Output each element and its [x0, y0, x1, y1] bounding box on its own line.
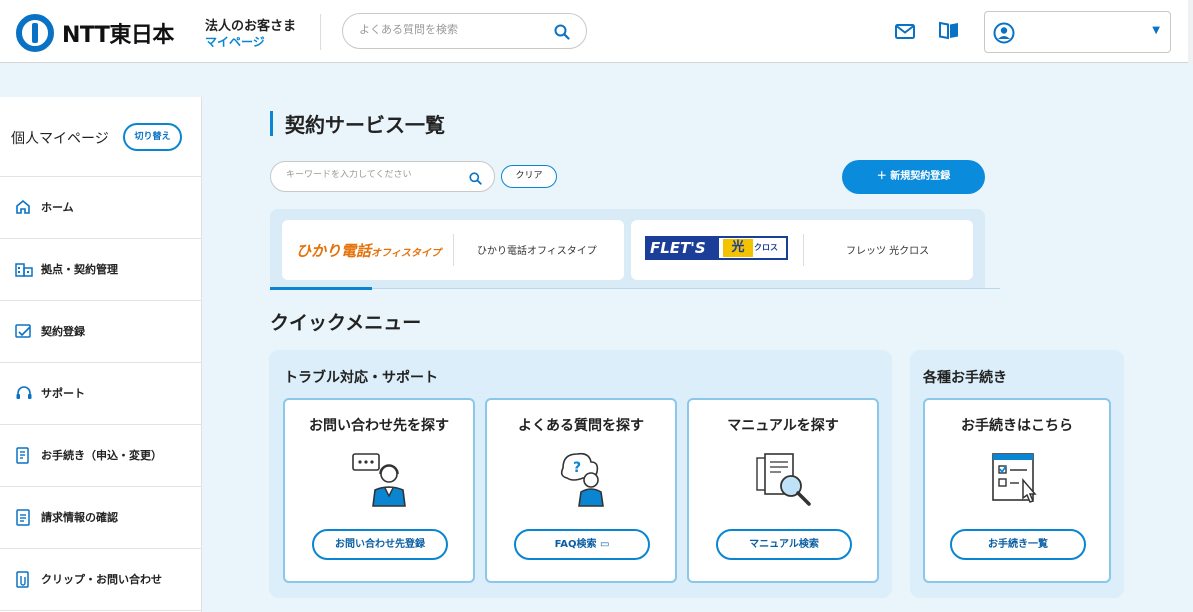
invoice-icon: [15, 509, 31, 531]
header-subtitle: 法人のお客さま: [205, 19, 297, 34]
panel-title: 各種お手続き: [923, 370, 1007, 386]
manual-book-icon[interactable]: [939, 21, 959, 44]
card-find-contact[interactable]: お問い合わせ先を探す お問い合わせ先登録: [283, 398, 475, 583]
chevron-down-icon[interactable]: ▼: [1152, 25, 1160, 36]
sidebar-item-label: ホーム: [41, 201, 74, 214]
sidebar-item-label: クリップ・お問い合わせ: [41, 573, 162, 586]
building-icon: [15, 261, 33, 281]
service-card-flets-cross[interactable]: FLET'S 光 クロス フレッツ 光クロス: [631, 220, 973, 280]
svg-text:?: ?: [573, 460, 581, 476]
service-name: フレッツ 光クロス: [846, 246, 930, 257]
card-title: よくある質問を探す: [518, 418, 644, 434]
sidebar-header: 個人マイページ 切り替え: [0, 97, 202, 177]
sidebar-item-billing[interactable]: 請求情報の確認: [0, 487, 202, 549]
checklist-form-icon: [989, 450, 1049, 514]
service-name: ひかり電話オフィスタイプ: [477, 246, 597, 257]
faq-search-input[interactable]: [359, 23, 549, 36]
mail-icon[interactable]: [895, 24, 915, 43]
keyword-search-input[interactable]: [286, 170, 466, 180]
card-find-faq[interactable]: よくある質問を探す ? FAQ検索 ▭: [485, 398, 677, 583]
card-divider: [453, 234, 454, 266]
keyword-search-box[interactable]: [270, 161, 495, 192]
manual-magnifier-icon: [755, 450, 815, 514]
sidebar: 個人マイページ 切り替え ホーム 拠点・契約管理 契約登録 サポート お手続き（…: [0, 97, 202, 612]
service-tabs-underline: [270, 288, 1000, 289]
service-tabs-active-indicator: [270, 287, 372, 290]
card-divider: [803, 234, 804, 266]
contact-register-button[interactable]: お問い合わせ先登録: [312, 529, 448, 560]
sidebar-item-label: お手続き（申込・変更）: [41, 449, 162, 462]
card-procedures[interactable]: お手続きはこちら お手続き一覧: [923, 398, 1111, 583]
card-title: お手続きはこちら: [961, 418, 1073, 434]
trouble-support-panel: トラブル対応・サポート お問い合わせ先を探す お問い合わせ先登録 よくある質問を…: [269, 350, 892, 598]
search-icon[interactable]: [554, 24, 570, 44]
card-title: マニュアルを探す: [727, 418, 839, 434]
sidebar-item-sites-contracts[interactable]: 拠点・契約管理: [0, 239, 202, 301]
clip-icon: [15, 571, 31, 593]
ntt-logo-icon[interactable]: [16, 14, 54, 52]
flets-hikari-cross-logo: FLET'S 光 クロス: [645, 236, 788, 260]
faq-search-button[interactable]: FAQ検索 ▭: [514, 529, 650, 560]
panel-title: トラブル対応・サポート: [284, 370, 438, 386]
sidebar-item-label: 請求情報の確認: [41, 511, 118, 524]
scrollbar-track[interactable]: [1188, 0, 1193, 63]
question-person-icon: ?: [553, 450, 613, 514]
operator-headset-icon: [351, 450, 411, 514]
service-card-hikari-denwa[interactable]: ひかり電話オフィスタイプ ひかり電話オフィスタイプ: [282, 220, 624, 280]
contract-icon: [15, 323, 33, 343]
title-accent-bar: [270, 111, 273, 136]
form-icon: [15, 447, 31, 469]
sidebar-item-label: 契約登録: [41, 325, 85, 338]
card-find-manual[interactable]: マニュアルを探す マニュアル検索: [687, 398, 879, 583]
header: NTT東日本 法人のお客さま マイページ ▼: [0, 0, 1193, 63]
procedures-panel: 各種お手続き お手続きはこちら お手続き一覧: [910, 350, 1124, 598]
new-contract-button[interactable]: ＋ 新規契約登録: [842, 160, 985, 194]
user-avatar-icon: [993, 22, 1015, 48]
procedures-list-button[interactable]: お手続き一覧: [950, 529, 1086, 560]
sidebar-item-home[interactable]: ホーム: [0, 177, 202, 239]
faq-search-box[interactable]: [342, 13, 587, 49]
sidebar-item-support[interactable]: サポート: [0, 363, 202, 425]
sidebar-title: 個人マイページ: [11, 131, 109, 147]
sidebar-item-label: 拠点・契約管理: [41, 263, 118, 276]
quick-menu-title: クイックメニュー: [270, 312, 422, 334]
mypage-label[interactable]: マイページ: [205, 33, 265, 50]
sidebar-item-contract-register[interactable]: 契約登録: [0, 301, 202, 363]
header-divider: [320, 14, 321, 50]
sidebar-item-label: サポート: [41, 387, 85, 400]
switch-button[interactable]: 切り替え: [123, 123, 182, 151]
logo-text[interactable]: NTT東日本: [62, 17, 174, 49]
headset-icon: [15, 385, 33, 405]
hikari-denwa-logo: ひかり電話オフィスタイプ: [296, 242, 441, 260]
home-icon: [15, 199, 31, 219]
page-title: 契約サービス一覧: [285, 113, 445, 137]
clear-button[interactable]: クリア: [501, 165, 557, 188]
search-icon[interactable]: [469, 170, 482, 189]
sidebar-item-clip-inquiry[interactable]: クリップ・お問い合わせ: [0, 549, 202, 611]
account-dropdown[interactable]: ▼: [984, 11, 1171, 53]
card-title: お問い合わせ先を探す: [309, 418, 449, 434]
sidebar-item-procedures[interactable]: お手続き（申込・変更）: [0, 425, 202, 487]
manual-search-button[interactable]: マニュアル検索: [716, 529, 852, 560]
